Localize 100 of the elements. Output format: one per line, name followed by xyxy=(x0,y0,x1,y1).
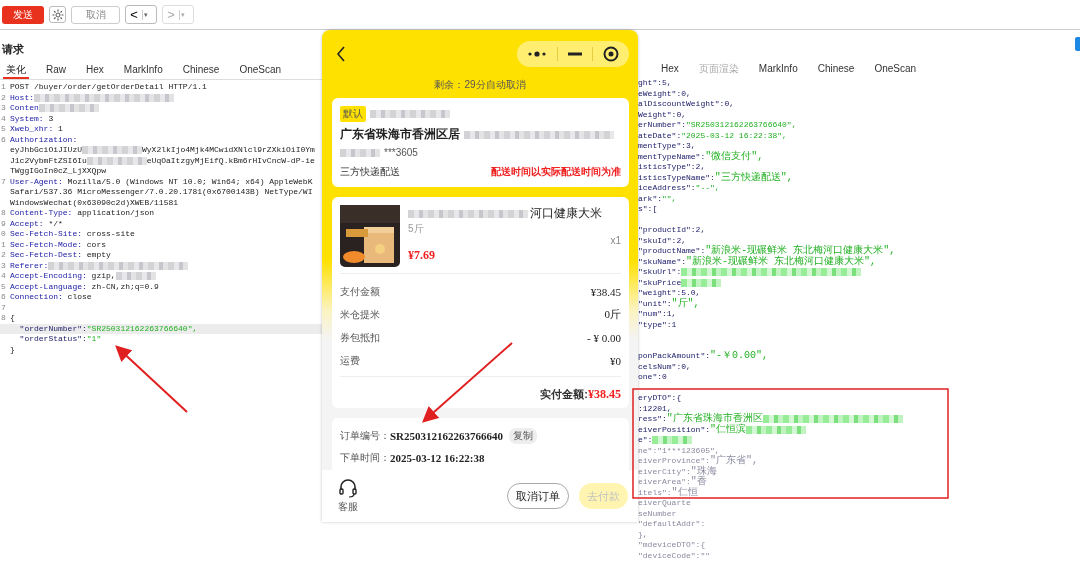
code-text: "1***123605", xyxy=(657,445,720,455)
line-number: 5 xyxy=(1,124,6,133)
line-number: 0 xyxy=(1,229,6,238)
code-text: 3 xyxy=(47,113,54,124)
target-icon[interactable] xyxy=(603,46,619,62)
code-text: eiverPosition": xyxy=(638,424,710,435)
line-number: 3 xyxy=(1,103,6,112)
code-text: ponPackAmount": xyxy=(638,351,710,362)
code-text: eyJhbGciOiJIUzU xyxy=(10,145,82,156)
fee-label: 运费 xyxy=(340,353,360,368)
tab[interactable]: Hex xyxy=(658,62,682,78)
code-text: { xyxy=(10,313,15,324)
code-text: eryDTO":{ xyxy=(638,393,682,404)
code-text: eiverProvince": xyxy=(638,456,710,465)
product-price: ¥7.69 xyxy=(408,248,436,263)
code-text: :12201, xyxy=(638,403,672,413)
redaction-blur xyxy=(86,156,147,165)
code-text: "skuPrice xyxy=(638,277,682,288)
line-number: 6 xyxy=(1,292,6,301)
code-text: "skuId":2, xyxy=(638,235,686,246)
code-text: 1 xyxy=(57,124,63,135)
code-text: mentType":3, xyxy=(638,141,696,152)
code-text: ateDate": xyxy=(638,130,682,141)
redaction-blur xyxy=(38,104,99,113)
headset-icon[interactable] xyxy=(338,478,358,498)
line-number: 8 xyxy=(1,313,6,322)
code-text: Conten xyxy=(10,103,39,114)
code-text: "", xyxy=(662,193,677,204)
code-text: Accept: xyxy=(10,218,44,229)
redaction-blur xyxy=(82,146,142,155)
tab[interactable]: Raw xyxy=(43,63,69,79)
cancel-order-button[interactable]: 取消订单 xyxy=(507,483,569,509)
fee-label: 米仓提米 xyxy=(340,307,380,322)
total-label: 实付金额: xyxy=(540,387,588,402)
code-text: "广东省珠海市香洲区 xyxy=(666,414,763,424)
code-text: eUqOaItzgyMjEifQ.kBm6rHIvCncW-dP-ie xyxy=(146,155,315,166)
cancel-button[interactable]: 取消 xyxy=(71,5,120,24)
code-text: ne": xyxy=(638,445,658,456)
code-text: itels": xyxy=(638,487,672,498)
copy-button[interactable]: 复制 xyxy=(509,428,538,444)
settings-icon xyxy=(51,8,64,21)
code-text: "unit": xyxy=(638,298,672,309)
back-icon[interactable] xyxy=(336,46,346,62)
code-text: Content-Type: xyxy=(10,208,73,219)
redaction-blur xyxy=(340,148,380,157)
code-text: Authorization: xyxy=(10,134,78,145)
line-number: 4 xyxy=(1,113,6,123)
info-label: 下单时间： xyxy=(340,451,390,465)
info-value: 2025-03-12 16:22:38 xyxy=(390,452,485,464)
send-button[interactable]: 发送 xyxy=(2,5,44,24)
product-spec: 5斤 xyxy=(408,222,425,236)
code-text: "num":1, xyxy=(638,309,677,320)
tab[interactable]: MarkInfo xyxy=(120,63,166,79)
code-text: celsNum":0, xyxy=(638,361,691,372)
more-icon[interactable] xyxy=(527,50,547,58)
code-text: e": xyxy=(638,435,653,446)
minimize-icon[interactable] xyxy=(568,52,582,56)
redaction-blur xyxy=(115,272,156,281)
code-text: "--", xyxy=(695,183,720,194)
fee-value: ¥38.45 xyxy=(590,285,621,298)
tab[interactable]: Hex xyxy=(83,63,107,79)
line-number: 9 xyxy=(1,218,6,228)
code-text: erNumber": xyxy=(638,120,686,131)
tab[interactable]: Chinese xyxy=(814,62,858,78)
line-number: 1 xyxy=(1,82,6,91)
code-text: eiverQuarte xyxy=(638,498,691,509)
quantity: x1 xyxy=(610,235,621,246)
code-text: J1c2VybmFtZSI6Iu xyxy=(10,155,87,166)
panel-title: 请求 xyxy=(1,42,25,57)
tab[interactable]: OneScan xyxy=(236,63,285,79)
code-text: ress": xyxy=(638,414,667,425)
tab[interactable]: Chinese xyxy=(179,63,223,79)
code-text: Sec-Fetch-Site: xyxy=(10,229,82,240)
code-text: "defaultAddr": xyxy=(638,519,706,530)
code-text: "微信支付", xyxy=(705,151,764,162)
code-text: empty xyxy=(85,250,111,261)
back-button[interactable]: < xyxy=(126,8,142,21)
service-label: 客服 xyxy=(338,500,358,514)
code-text: iceAddress": xyxy=(638,183,696,194)
code-text: Connection: xyxy=(10,292,63,303)
line-number: 7 xyxy=(1,302,6,312)
tab[interactable]: OneScan xyxy=(871,62,920,78)
code-text: Safari/537.36 MicroMessenger/7.0.20.1781(0x6700143B) NetType/WI xyxy=(10,187,313,198)
code-text: isticsTypeName": xyxy=(638,172,715,183)
code-text: Accept-Encoding: xyxy=(10,271,87,282)
code-text: Xweb_xhr: xyxy=(10,124,54,135)
tab[interactable]: MarkInfo xyxy=(755,62,801,78)
settings-button[interactable] xyxy=(49,6,66,23)
delivery-note: 配送时间以实际配送时间为准 xyxy=(491,165,621,179)
code-text: "仁恒滨 xyxy=(710,424,747,435)
code-text: one":0 xyxy=(638,372,667,383)
code-text: "skuName": xyxy=(638,256,686,267)
line-number: 8 xyxy=(1,208,6,217)
code-text: seNumber xyxy=(638,508,677,519)
countdown-text: 剩余：29分自动取消 xyxy=(433,78,527,92)
line-number: 1 xyxy=(1,239,6,249)
code-text: "珠海 xyxy=(690,466,717,477)
code-text: */* xyxy=(47,218,63,229)
code-text: gzip, xyxy=(90,271,116,282)
tab[interactable]: 美化 xyxy=(3,63,29,79)
